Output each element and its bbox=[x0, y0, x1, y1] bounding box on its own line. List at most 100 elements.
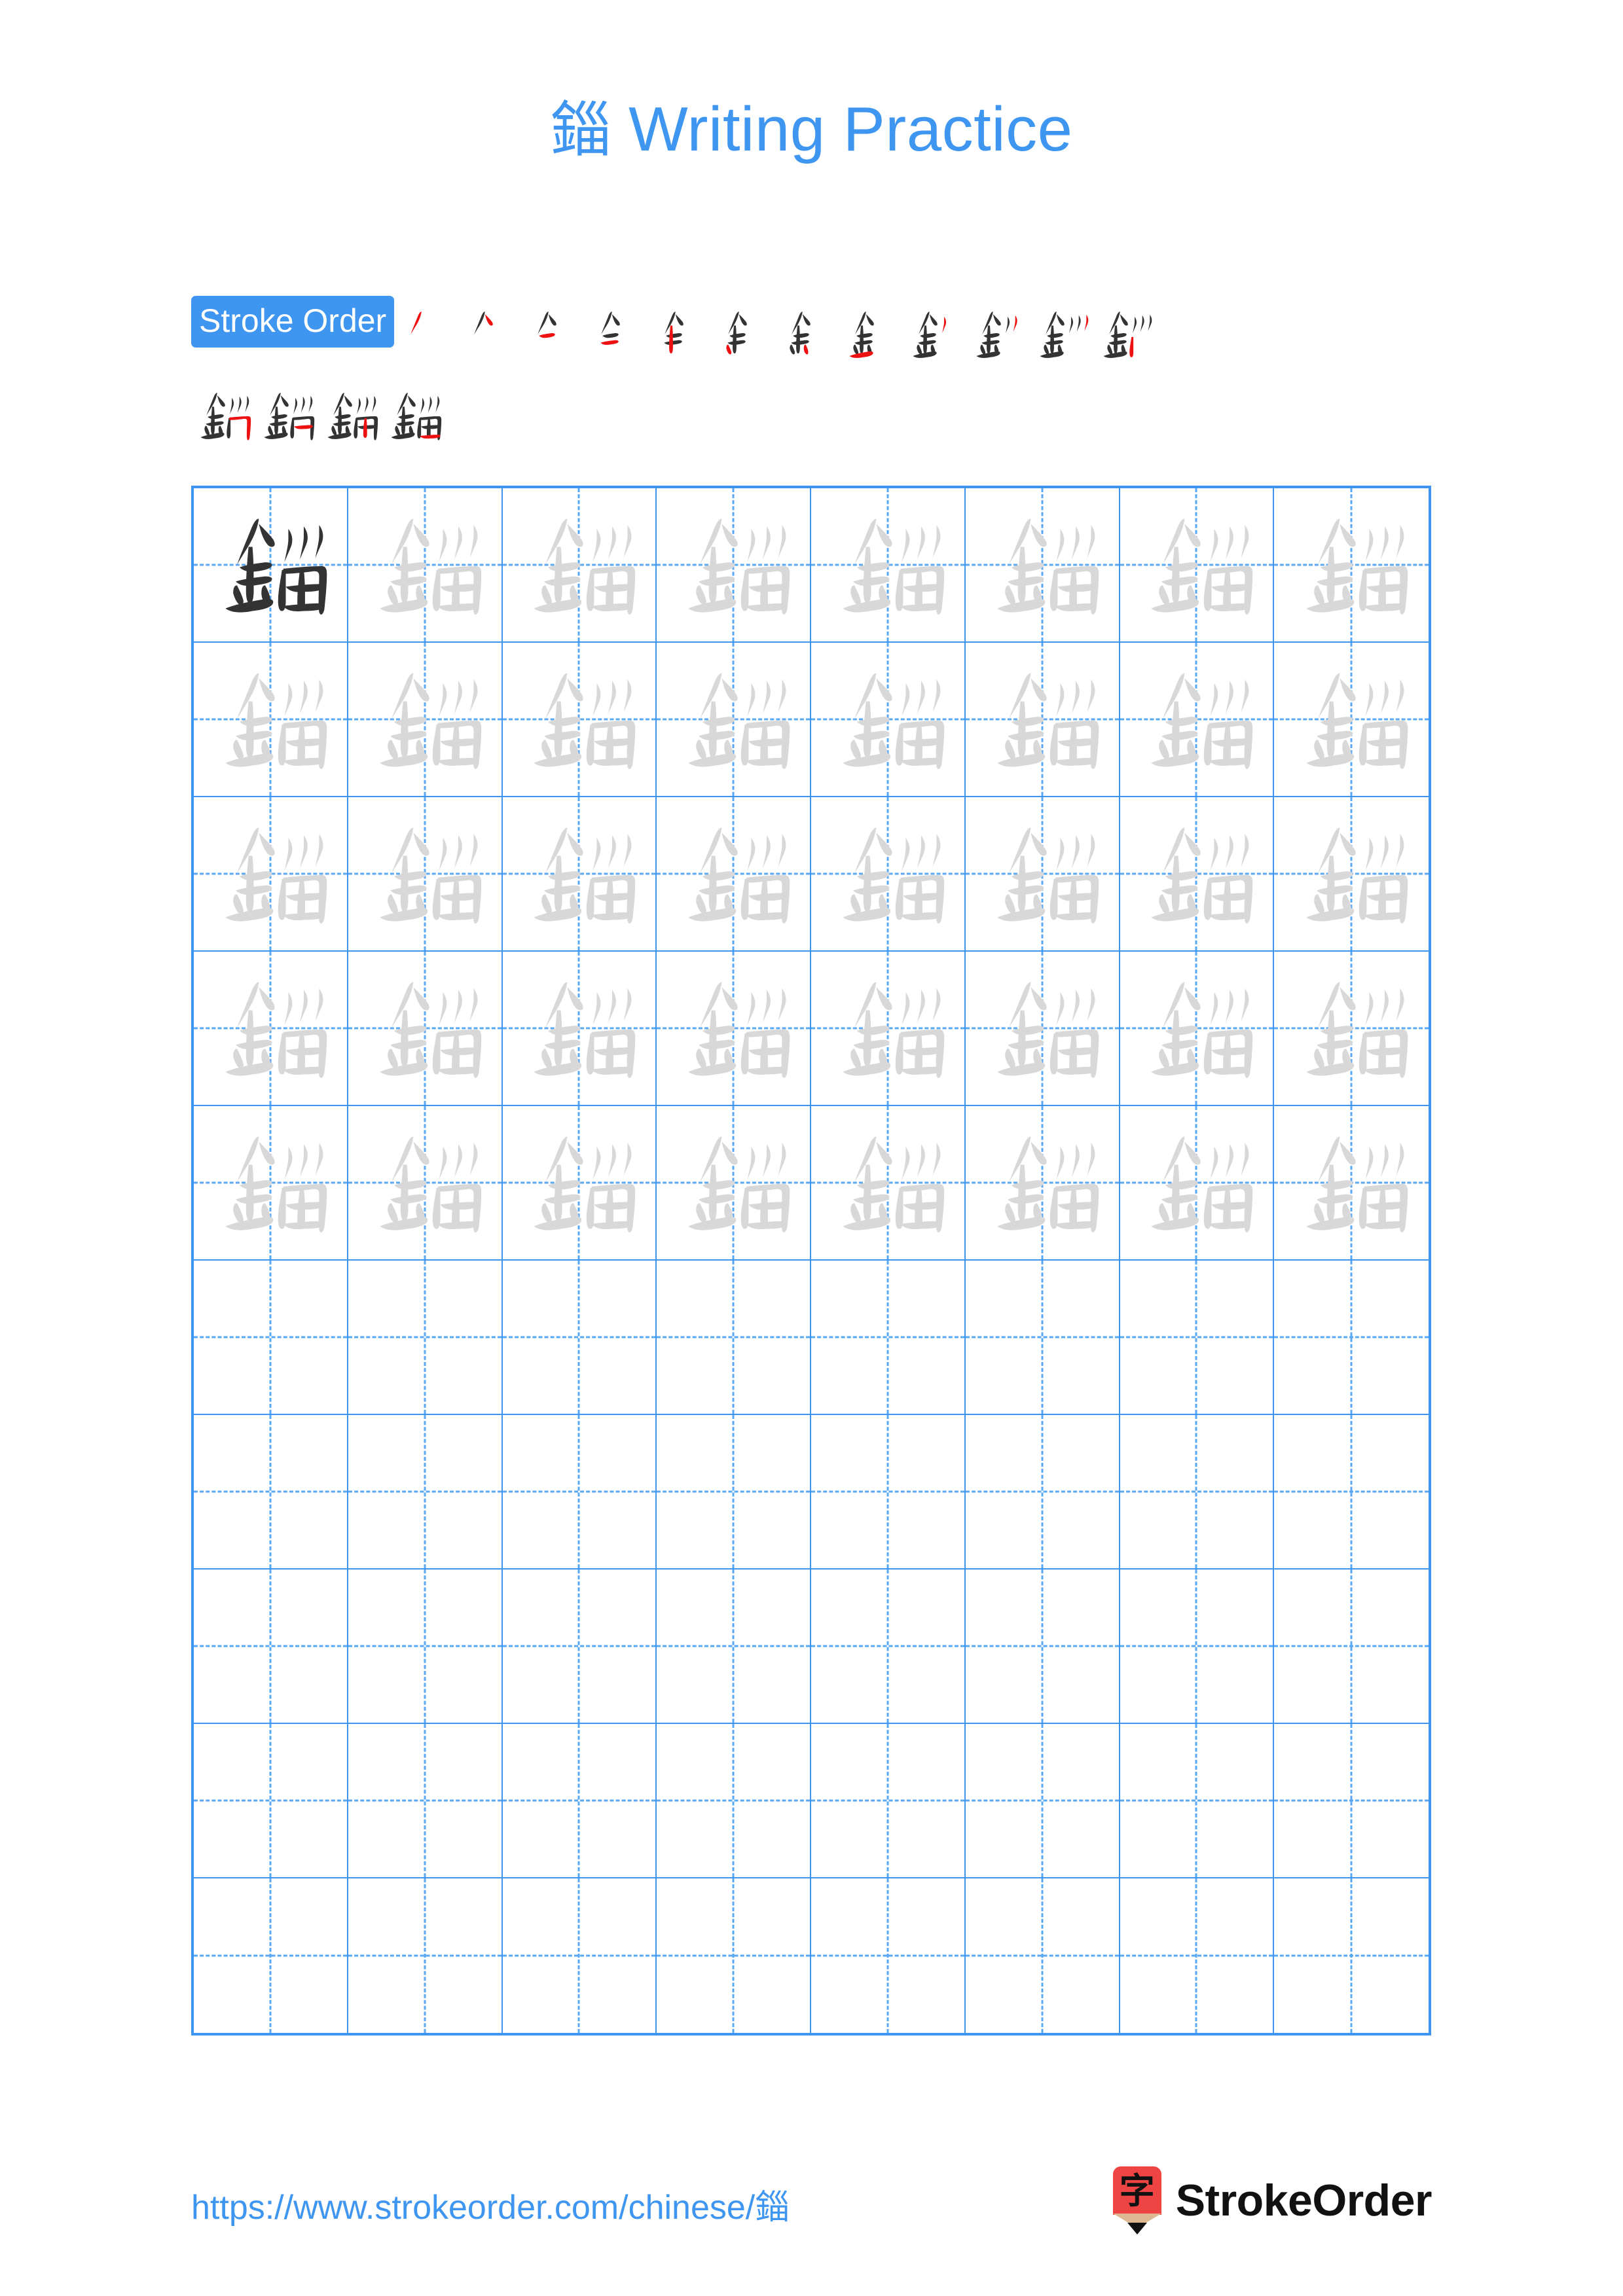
trace-character bbox=[1274, 952, 1429, 1105]
practice-cell[interactable] bbox=[1274, 1724, 1429, 1878]
strokeorder-logo[interactable]: 字 StrokeOrder bbox=[1112, 2166, 1432, 2234]
practice-cell[interactable] bbox=[194, 952, 348, 1106]
practice-cell[interactable] bbox=[965, 952, 1120, 1106]
stroke-step-4 bbox=[586, 296, 649, 373]
practice-cell[interactable] bbox=[194, 1724, 348, 1878]
practice-cell[interactable] bbox=[348, 952, 503, 1106]
practice-cell[interactable] bbox=[657, 952, 811, 1106]
practice-cell[interactable] bbox=[1274, 797, 1429, 952]
practice-cell[interactable] bbox=[657, 1570, 811, 1724]
practice-cell[interactable] bbox=[811, 1106, 966, 1261]
practice-cell[interactable] bbox=[657, 488, 811, 643]
practice-cell[interactable] bbox=[194, 1878, 348, 2033]
practice-cell[interactable] bbox=[1274, 1106, 1429, 1261]
trace-character bbox=[1274, 797, 1429, 950]
practice-cell[interactable] bbox=[502, 1106, 657, 1261]
practice-cell[interactable] bbox=[965, 1261, 1120, 1415]
practice-cell[interactable] bbox=[1120, 1106, 1275, 1261]
practice-cell[interactable] bbox=[348, 1261, 503, 1415]
practice-cell[interactable] bbox=[194, 1415, 348, 1570]
practice-cell[interactable] bbox=[502, 1724, 657, 1878]
practice-cell[interactable] bbox=[502, 1261, 657, 1415]
practice-cell[interactable] bbox=[1120, 1261, 1275, 1415]
stroke-step-5 bbox=[649, 296, 713, 373]
practice-cell[interactable] bbox=[965, 488, 1120, 643]
trace-character bbox=[811, 797, 964, 950]
pencil-icon: 字 bbox=[1112, 2166, 1161, 2234]
practice-cell[interactable] bbox=[502, 488, 657, 643]
practice-cell[interactable] bbox=[348, 1878, 503, 2033]
practice-cell[interactable] bbox=[1120, 1724, 1275, 1878]
practice-cell[interactable] bbox=[1274, 1570, 1429, 1724]
practice-cell[interactable] bbox=[811, 1261, 966, 1415]
practice-cell[interactable] bbox=[811, 643, 966, 797]
practice-cell[interactable] bbox=[1120, 1570, 1275, 1724]
stroke-order-section: Stroke Order bbox=[191, 296, 1435, 458]
practice-cell[interactable] bbox=[1120, 952, 1275, 1106]
practice-cell[interactable] bbox=[1120, 643, 1275, 797]
stroke-order-row-2 bbox=[191, 377, 1435, 454]
trace-character bbox=[811, 952, 964, 1105]
practice-cell[interactable] bbox=[348, 1415, 503, 1570]
practice-cell[interactable] bbox=[1120, 797, 1275, 952]
practice-cell[interactable] bbox=[1120, 1878, 1275, 2033]
practice-cell[interactable] bbox=[965, 1106, 1120, 1261]
practice-cell[interactable] bbox=[502, 797, 657, 952]
practice-cell[interactable] bbox=[194, 643, 348, 797]
trace-character bbox=[657, 797, 810, 950]
practice-cell[interactable] bbox=[1274, 1415, 1429, 1570]
practice-cell[interactable] bbox=[811, 797, 966, 952]
practice-cell[interactable] bbox=[811, 1878, 966, 2033]
practice-cell[interactable] bbox=[811, 952, 966, 1106]
practice-cell[interactable] bbox=[1120, 488, 1275, 643]
practice-cell[interactable] bbox=[965, 643, 1120, 797]
practice-cell[interactable] bbox=[1120, 1415, 1275, 1570]
practice-cell[interactable] bbox=[194, 1570, 348, 1724]
stroke-step-10 bbox=[967, 296, 1030, 373]
stroke-step-3 bbox=[522, 296, 586, 373]
practice-cell[interactable] bbox=[194, 1261, 348, 1415]
practice-cell[interactable] bbox=[503, 1878, 657, 2033]
practice-cell[interactable] bbox=[194, 1106, 348, 1261]
practice-cell[interactable] bbox=[348, 1106, 503, 1261]
practice-cell[interactable] bbox=[965, 1570, 1120, 1724]
practice-cell[interactable] bbox=[965, 797, 1120, 952]
trace-character bbox=[1120, 643, 1273, 796]
practice-cell[interactable] bbox=[194, 797, 348, 952]
practice-cell[interactable] bbox=[811, 488, 966, 643]
practice-cell[interactable] bbox=[1274, 952, 1429, 1106]
practice-cell[interactable] bbox=[657, 1106, 811, 1261]
practice-cell[interactable] bbox=[502, 952, 657, 1106]
practice-cell[interactable] bbox=[657, 1261, 811, 1415]
practice-cell[interactable] bbox=[348, 488, 503, 643]
practice-cell[interactable] bbox=[1274, 643, 1429, 797]
practice-cell[interactable] bbox=[1274, 1878, 1429, 2033]
source-url-link[interactable]: https://www.strokeorder.com/chinese/錙 bbox=[191, 2179, 789, 2229]
practice-cell[interactable] bbox=[1274, 488, 1429, 643]
practice-cell[interactable] bbox=[502, 1570, 657, 1724]
practice-cell[interactable] bbox=[811, 1415, 966, 1570]
practice-cell[interactable] bbox=[348, 1724, 503, 1878]
practice-cell[interactable] bbox=[811, 1724, 966, 1878]
practice-cell[interactable] bbox=[657, 797, 811, 952]
practice-cell[interactable] bbox=[966, 1878, 1120, 2033]
practice-cell[interactable] bbox=[657, 1724, 811, 1878]
practice-cell[interactable] bbox=[194, 488, 348, 643]
practice-cell[interactable] bbox=[348, 797, 503, 952]
trace-character bbox=[657, 1106, 810, 1259]
practice-cell[interactable] bbox=[1274, 1261, 1429, 1415]
trace-character bbox=[811, 1106, 964, 1259]
practice-cell[interactable] bbox=[657, 1415, 811, 1570]
practice-cell[interactable] bbox=[657, 643, 811, 797]
practice-cell[interactable] bbox=[348, 643, 503, 797]
stroke-step-9 bbox=[903, 296, 967, 373]
practice-cell[interactable] bbox=[502, 643, 657, 797]
practice-cell[interactable] bbox=[965, 1724, 1120, 1878]
practice-cell[interactable] bbox=[811, 1570, 966, 1724]
practice-cell[interactable] bbox=[657, 1878, 811, 2033]
practice-cell[interactable] bbox=[965, 1415, 1120, 1570]
trace-character bbox=[194, 797, 347, 950]
practice-cell[interactable] bbox=[502, 1415, 657, 1570]
trace-character bbox=[503, 1106, 656, 1259]
practice-cell[interactable] bbox=[348, 1570, 503, 1724]
